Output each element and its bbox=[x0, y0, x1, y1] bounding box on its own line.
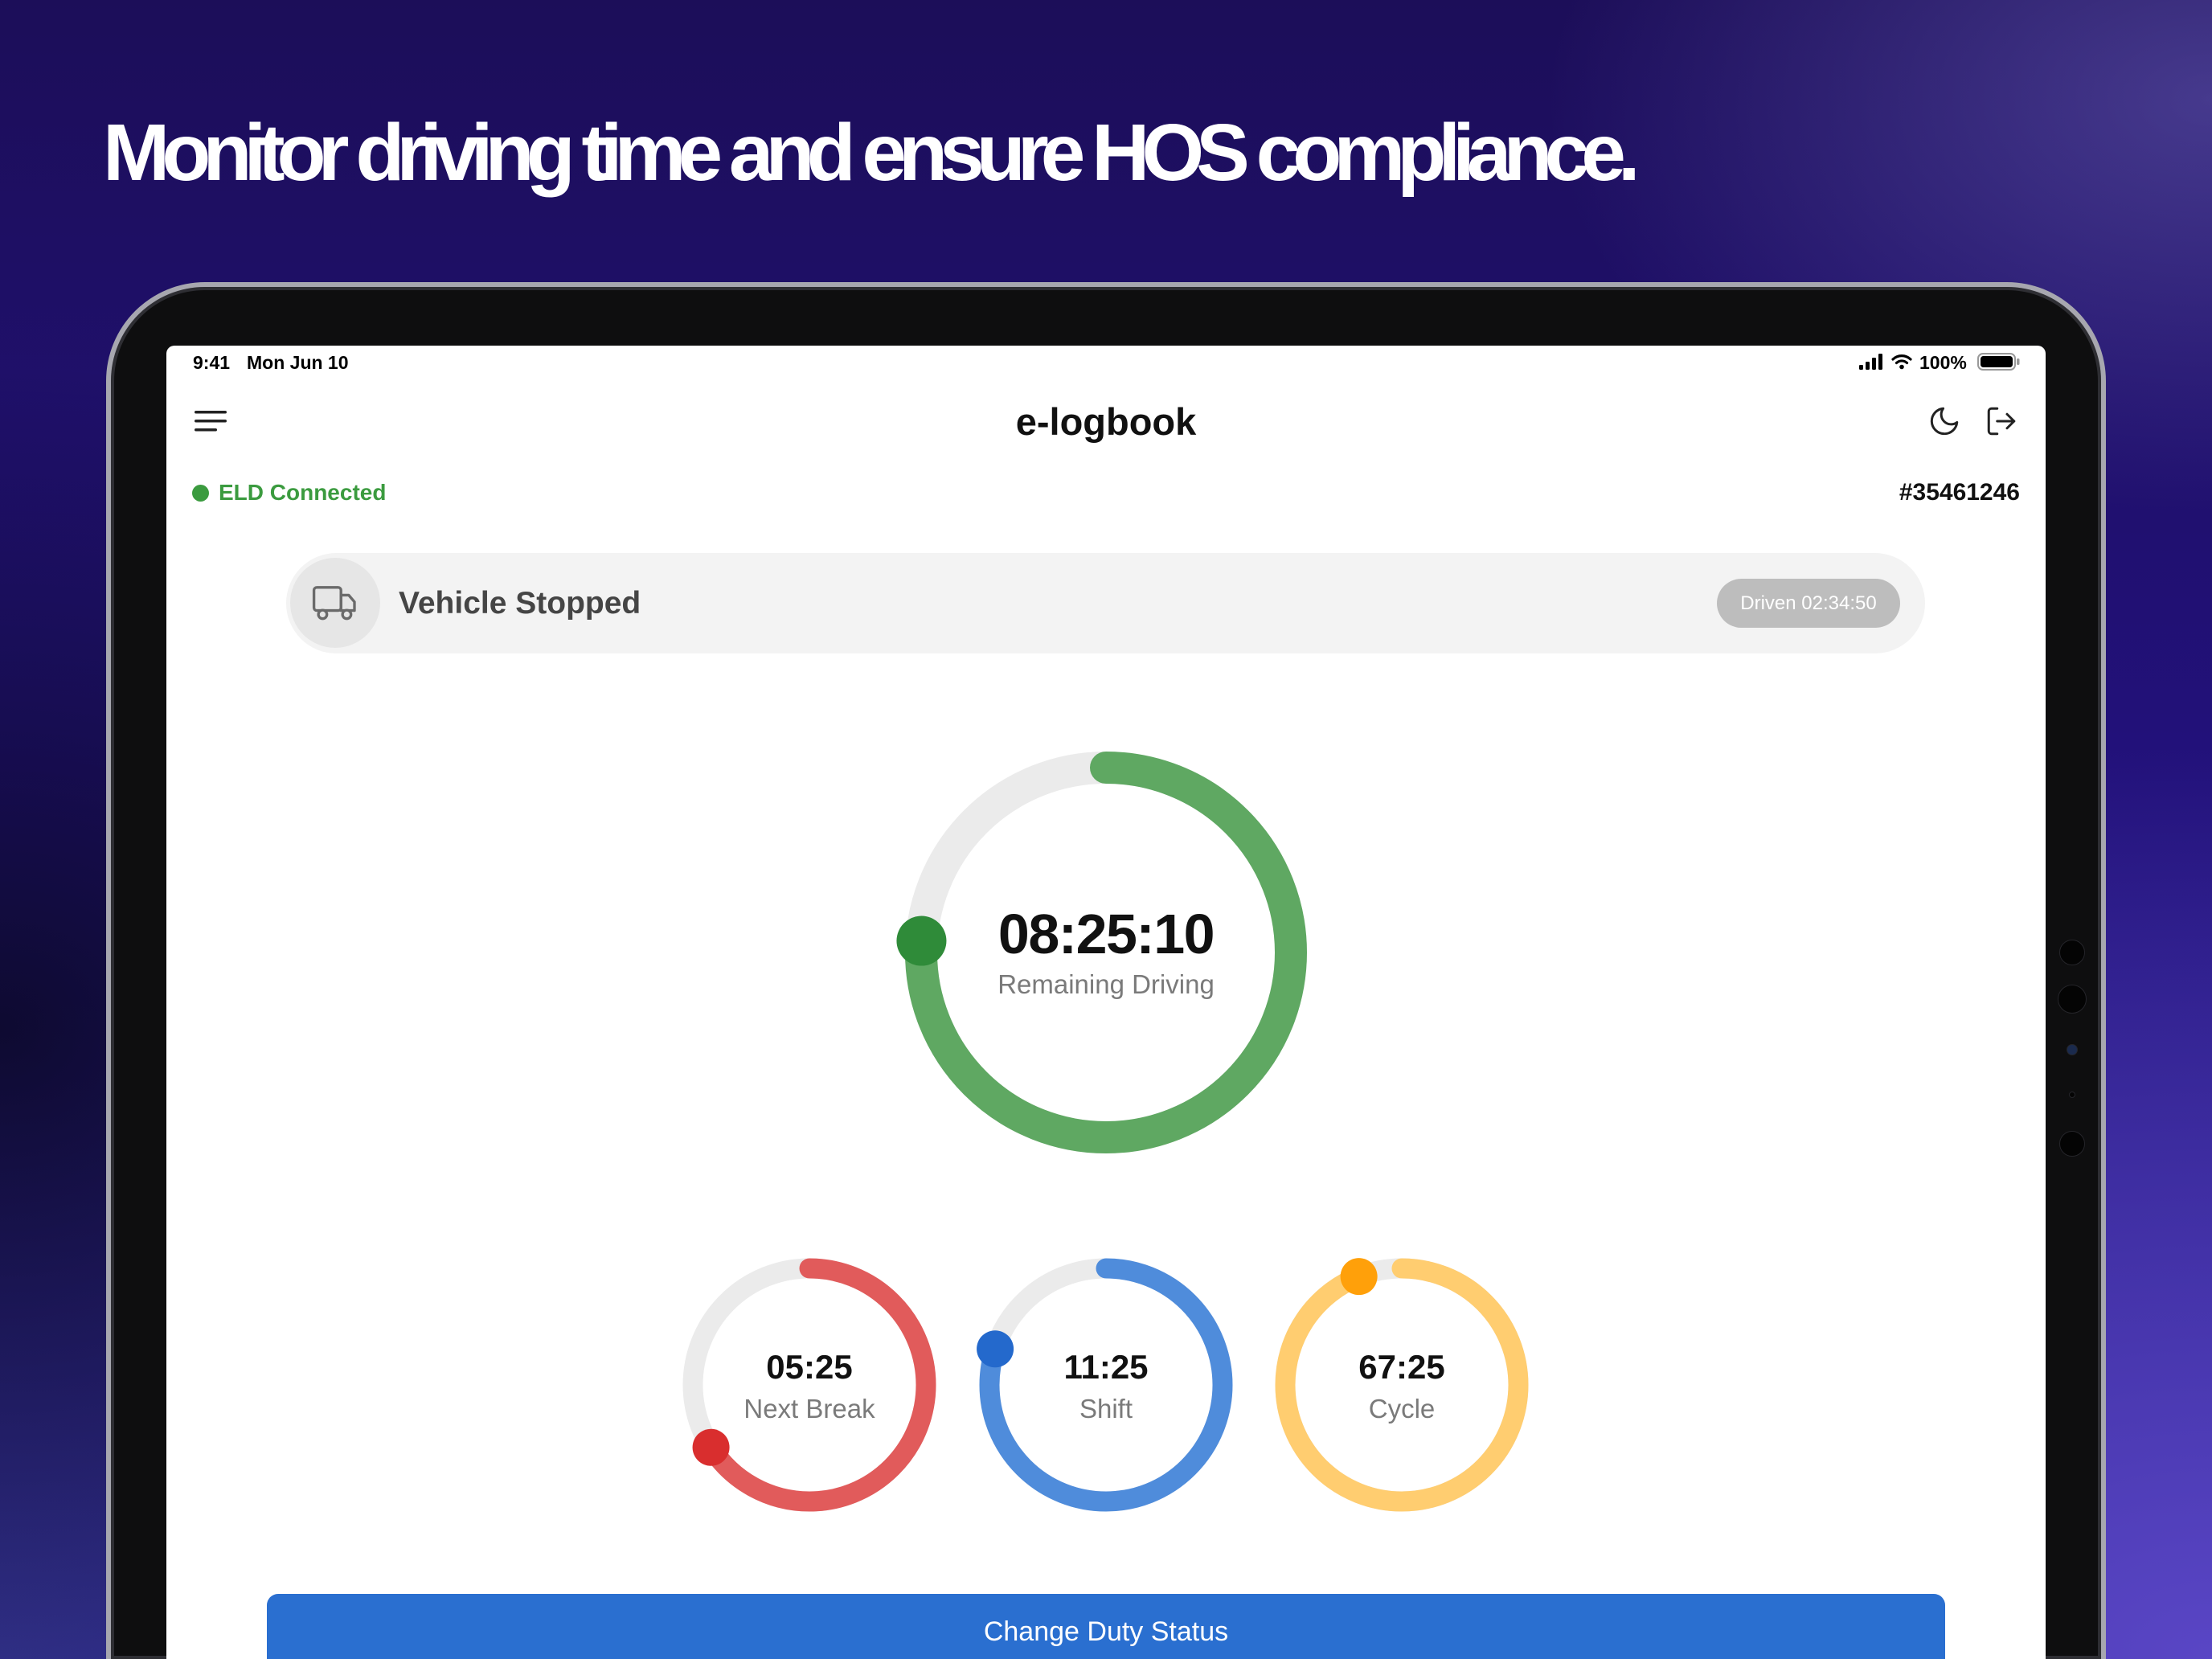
app-title: e-logbook bbox=[1015, 400, 1197, 443]
wifi-icon bbox=[1891, 354, 1912, 370]
logout-button[interactable] bbox=[1985, 404, 2018, 438]
bezel-lens-dot bbox=[2067, 1044, 2078, 1055]
bezel-camera-dot bbox=[2058, 985, 2087, 1014]
eld-status: ELD Connected bbox=[219, 480, 387, 505]
eld-status-dot bbox=[192, 485, 209, 502]
status-date: Mon Jun 10 bbox=[247, 352, 349, 373]
moon-icon bbox=[1930, 407, 1959, 436]
shift-label: Shift bbox=[1079, 1394, 1133, 1423]
status-time: 9:41 bbox=[193, 352, 231, 373]
vehicle-status-card: Vehicle Stopped Driven 02:34:50 bbox=[286, 553, 1925, 653]
change-duty-status-button[interactable]: Change Duty Status bbox=[267, 1594, 1945, 1659]
shift-value: 11:25 bbox=[1063, 1348, 1149, 1386]
device-id: #35461246 bbox=[1899, 479, 2020, 506]
bezel-pinhole-dot bbox=[2069, 1092, 2075, 1098]
vehicle-icon-badge bbox=[290, 558, 380, 648]
driven-time-badge: Driven 02:34:50 bbox=[1717, 579, 1900, 628]
battery-icon bbox=[1977, 353, 2020, 371]
ring-progress-knob bbox=[692, 1428, 730, 1466]
change-duty-status-label: Change Duty Status bbox=[983, 1616, 1229, 1647]
remaining-driving-value: 08:25:10 bbox=[997, 903, 1215, 965]
vehicle-status-text: Vehicle Stopped bbox=[399, 586, 641, 621]
next-break-label: Next Break bbox=[743, 1394, 875, 1423]
remaining-driving-label: Remaining Driving bbox=[997, 969, 1215, 999]
bezel-sensor-dot bbox=[2059, 940, 2085, 965]
truck-icon bbox=[312, 586, 356, 621]
battery-percent: 100% bbox=[1919, 352, 1967, 373]
bezel-sensor-dot bbox=[2059, 1131, 2085, 1157]
app-screen: 9:41 Mon Jun 10 100% e-logbook ELD Conne… bbox=[166, 346, 2046, 1659]
signal-icon bbox=[1859, 354, 1882, 370]
marketing-headline: Monitor driving time and ensure HOS comp… bbox=[103, 108, 1641, 198]
cycle-label: Cycle bbox=[1368, 1394, 1436, 1423]
cycle-value: 67:25 bbox=[1358, 1348, 1445, 1386]
logout-icon bbox=[1987, 407, 2016, 436]
next-break-value: 05:25 bbox=[766, 1348, 853, 1386]
ring-progress-knob bbox=[1340, 1258, 1378, 1296]
dark-mode-button[interactable] bbox=[1927, 404, 1961, 438]
